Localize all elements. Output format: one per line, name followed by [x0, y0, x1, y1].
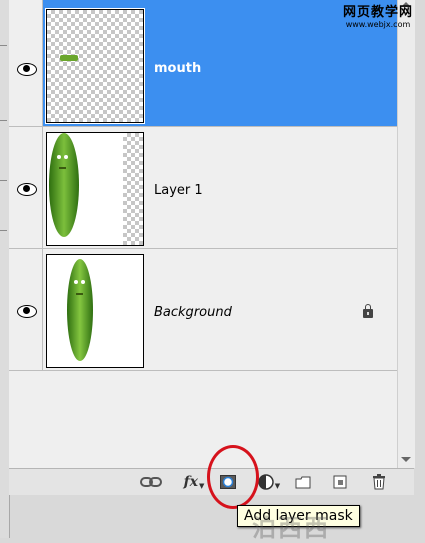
adjustment-layer-button[interactable]: ▼ — [255, 473, 283, 491]
eye-icon — [17, 63, 37, 76]
cucumber-image — [49, 133, 79, 237]
layer-name: Background — [154, 305, 232, 320]
link-icon — [140, 477, 162, 487]
visibility-toggle[interactable] — [9, 0, 43, 126]
fx-icon: fx — [183, 474, 198, 490]
adjustment-icon — [258, 474, 274, 490]
visibility-toggle[interactable] — [9, 249, 43, 370]
visibility-toggle[interactable] — [9, 127, 43, 248]
new-group-button[interactable] — [294, 473, 312, 491]
folder-icon — [295, 476, 311, 488]
layer-thumbnail — [46, 132, 144, 246]
mouth-shape — [60, 55, 78, 61]
highlight-circle — [207, 445, 259, 509]
layer-name: mouth — [154, 61, 202, 76]
layer-style-button[interactable]: fx ▼ — [179, 473, 209, 491]
layer-row-background[interactable]: Background — [9, 249, 397, 371]
cucumber-image — [67, 259, 93, 361]
new-layer-button[interactable] — [331, 473, 349, 491]
dropdown-caret-icon: ▼ — [198, 482, 205, 490]
delete-layer-button[interactable] — [370, 473, 388, 491]
scroll-down-arrow[interactable] — [401, 457, 411, 462]
layers-panel: mouth Layer 1 Background — [9, 0, 415, 468]
trash-icon — [373, 474, 385, 490]
scrollbar[interactable] — [397, 0, 415, 468]
dropdown-caret-icon: ▼ — [274, 482, 281, 490]
layer-row-layer-1[interactable]: Layer 1 — [9, 127, 397, 249]
eye-icon — [17, 183, 37, 196]
lock-icon — [363, 304, 373, 318]
watermark-top: 网页教学网 www.webjx.com — [342, 5, 413, 29]
eye-icon — [17, 305, 37, 318]
layer-name: Layer 1 — [154, 183, 203, 198]
link-layers-button[interactable] — [139, 473, 163, 491]
layer-thumbnail — [45, 8, 145, 124]
new-layer-icon — [333, 475, 347, 489]
layer-thumbnail — [46, 254, 144, 368]
layer-row-mouth[interactable]: mouth — [9, 0, 397, 127]
